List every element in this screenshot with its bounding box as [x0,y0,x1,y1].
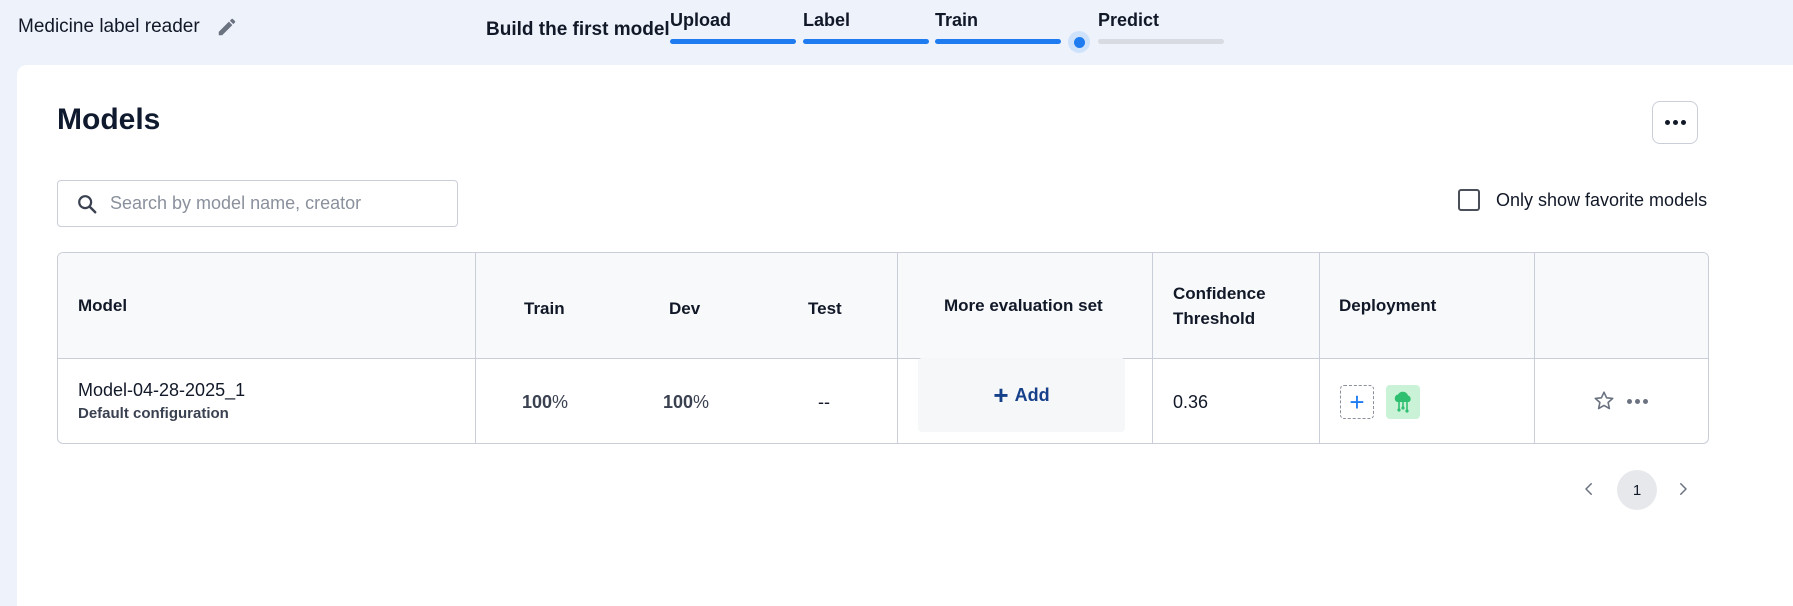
plus-icon: + [993,380,1009,410]
search-icon [78,194,97,213]
column-header-confidence-line1: Confidence [1173,284,1266,303]
confidence-threshold-value[interactable]: 0.36 [1173,392,1208,413]
step-progress-bar [935,39,1061,44]
more-dots-icon-dot [1680,120,1686,125]
row-more-options-button[interactable] [1627,399,1648,404]
add-evaluation-set-button[interactable]: + Add [918,358,1125,432]
cloud-deploy-button[interactable] [1386,385,1420,419]
column-header-dev: Dev [669,299,701,318]
column-header-train: Train [524,299,565,318]
add-evaluation-set-label: Add [1014,384,1050,405]
more-dots-icon-dot [1643,399,1648,404]
column-header-confidence: Confidence Threshold [1173,281,1266,331]
column-header-more-eval: More evaluation set [944,296,1103,315]
project-header: Medicine label reader [18,16,238,38]
more-dots-icon-dot [1635,399,1640,404]
step-label: Predict [1098,10,1160,30]
favorite-checkbox[interactable] [1458,189,1480,211]
column-divider [1152,253,1153,443]
column-header-model: Model [78,296,128,315]
models-panel: Models Only show favorite models Model T… [17,65,1793,606]
favorite-filter-label: Only show favorite models [1496,189,1708,210]
step-predict[interactable]: Predict [1098,10,1224,44]
table-header [58,253,1708,359]
step-train[interactable]: Train [935,10,1061,44]
percent-sign: % [693,392,710,412]
column-divider [1534,253,1535,443]
column-divider [897,253,898,443]
test-score: -- [818,392,830,412]
dev-score-value: 100 [663,392,694,412]
more-dots-icon-dot [1672,120,1678,125]
model-name[interactable]: Model-04-28-2025_1 [78,380,245,401]
step-label-step[interactable]: Label [803,10,929,44]
more-dots-icon [1664,120,1670,125]
star-icon[interactable] [1592,389,1616,413]
search-input[interactable] [110,193,440,214]
step-progress-bar [1098,39,1224,44]
step-progress-bar [803,39,929,44]
cloud-deploy-icon [1394,391,1411,413]
add-deployment-button[interactable]: + [1340,385,1374,419]
step-label: Label [803,10,851,30]
page-number-current[interactable]: 1 [1617,470,1657,510]
step-progress-bar [670,39,796,44]
models-table: Model Train Dev Test More evaluation set… [57,252,1709,444]
train-score-value: 100 [522,392,553,412]
search-box [57,180,458,227]
percent-sign: % [552,392,569,412]
dev-score: 100% [663,392,709,413]
pencil-icon[interactable] [216,16,238,38]
step-label: Train [935,10,979,30]
step-label: Upload [670,10,731,30]
more-dots-icon [1627,399,1632,404]
column-header-deployment: Deployment [1339,296,1437,315]
favorite-filter[interactable]: Only show favorite models [1458,189,1707,211]
model-config: Default configuration [78,405,229,422]
plus-icon: + [1349,386,1365,417]
top-bar: Medicine label reader Build the first mo… [0,0,1793,64]
column-divider [475,253,476,443]
project-name: Medicine label reader [18,16,200,37]
column-header-confidence-line2: Threshold [1173,309,1256,328]
chevron-left-icon[interactable] [1580,480,1598,498]
column-divider [1319,253,1320,443]
more-options-button[interactable] [1652,101,1698,144]
build-progress-label: Build the first model [486,19,670,40]
train-score: 100% [522,392,568,413]
column-header-test: Test [808,299,842,318]
chevron-right-icon[interactable] [1674,480,1692,498]
step-upload[interactable]: Upload [670,10,796,44]
page-title: Models [57,103,161,136]
current-step-indicator [1068,31,1090,53]
model-cell[interactable]: Model-04-28-2025_1 Default configuration [78,380,245,422]
